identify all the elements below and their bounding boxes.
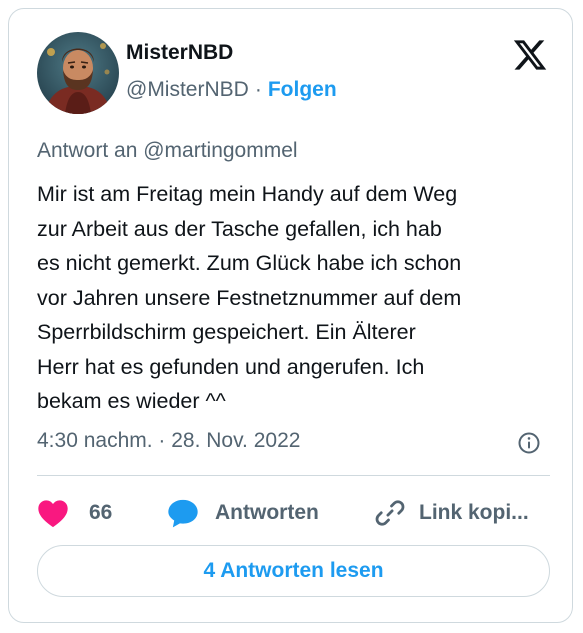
author-avatar[interactable] xyxy=(37,32,119,114)
separator-dot: · xyxy=(254,78,262,101)
copy-link-label: Link kopi... xyxy=(419,501,529,524)
reply-label: Antworten xyxy=(215,501,319,524)
read-replies-button[interactable]: 4 Antworten lesen xyxy=(37,545,550,597)
link-icon xyxy=(375,500,405,526)
follow-button[interactable]: Folgen xyxy=(268,78,337,101)
like-button[interactable]: 66 xyxy=(37,496,112,530)
author-handle[interactable]: @MisterNBD xyxy=(126,78,249,101)
reply-bubble-icon xyxy=(168,499,198,528)
like-count: 66 xyxy=(89,501,113,524)
reply-button[interactable]: Antworten xyxy=(167,496,319,530)
tweet-embed-card: MisterNBD @MisterNBD · Folgen Antwort an @… xyxy=(8,8,573,623)
heart-icon xyxy=(38,500,68,528)
divider xyxy=(37,475,550,476)
author-display-name[interactable]: MisterNBD xyxy=(126,41,233,65)
author-handle-row: @MisterNBD · Folgen xyxy=(126,78,337,102)
x-logo-icon[interactable] xyxy=(512,37,548,73)
reply-to-line[interactable]: Antwort an @martingommel xyxy=(37,139,298,163)
bearded-man-portrait-icon xyxy=(37,32,119,114)
copy-link-button[interactable]: Link kopi... xyxy=(375,496,529,530)
tweet-timestamp[interactable]: 4:30 nachm. · 28. Nov. 2022 xyxy=(37,429,300,453)
info-icon[interactable] xyxy=(517,431,541,455)
tweet-text: Mir ist am Freitag mein Handy auf dem We… xyxy=(37,182,462,413)
